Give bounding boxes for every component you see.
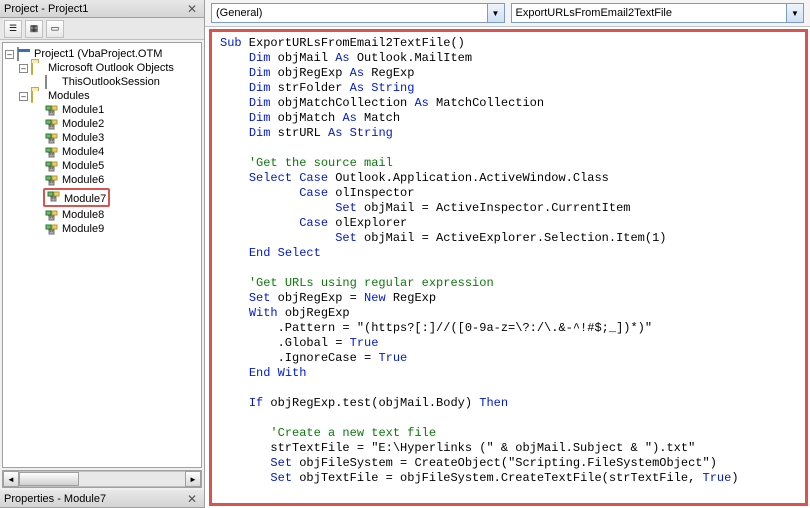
properties-panel-title: Properties - Module7	[4, 493, 106, 505]
chevron-down-icon[interactable]: ▼	[786, 4, 803, 22]
view-list-button[interactable]: ☰	[4, 20, 22, 38]
code-line: .IgnoreCase = True	[220, 351, 797, 366]
tree-item-label: Module2	[62, 118, 104, 130]
view-folder-button[interactable]: ▭	[46, 20, 64, 38]
tree-item-label: Module1	[62, 104, 104, 116]
project-icon	[17, 47, 19, 61]
tree-item[interactable]: Module7	[5, 187, 199, 208]
document-icon	[45, 75, 47, 89]
tree-item-label: ThisOutlookSession	[62, 76, 160, 88]
code-line: End Select	[220, 246, 797, 261]
code-line: Set objTextFile = objFileSystem.CreateTe…	[220, 471, 797, 486]
module-icon	[45, 177, 59, 189]
tree-item[interactable]: Module4	[5, 145, 199, 159]
code-line: Select Case Outlook.Application.ActiveWi…	[220, 171, 797, 186]
tree-item[interactable]: Module5	[5, 159, 199, 173]
tree-item-label: Module5	[62, 160, 104, 172]
object-combo-value: (General)	[216, 7, 262, 19]
project-toolbar: ☰ ▦ ▭	[0, 18, 204, 40]
tree-folder[interactable]: – Microsoft Outlook Objects	[5, 61, 199, 75]
tree-item-label: Module3	[62, 132, 104, 144]
chevron-down-icon[interactable]: ▼	[487, 4, 504, 22]
procedure-combo[interactable]: ExportURLsFromEmail2TextFile ▼	[511, 3, 805, 23]
folder-icon	[31, 89, 33, 103]
code-dropdowns: (General) ▼ ExportURLsFromEmail2TextFile…	[205, 0, 810, 27]
code-line: With objRegExp	[220, 306, 797, 321]
tree-item-label: Module7	[64, 193, 106, 205]
code-line	[220, 141, 797, 156]
code-line: Dim strFolder As String	[220, 81, 797, 96]
code-line	[220, 411, 797, 426]
tree-item-label: Module8	[62, 209, 104, 221]
code-line: Set objRegExp = New RegExp	[220, 291, 797, 306]
code-line	[220, 261, 797, 276]
tree-item-label: Module9	[62, 223, 104, 235]
project-panel-title: Project - Project1	[4, 3, 88, 15]
code-line: .Global = True	[220, 336, 797, 351]
close-icon[interactable]: ✕	[184, 492, 200, 506]
tree-item[interactable]: Module8	[5, 208, 199, 222]
tree-toggle-icon[interactable]: –	[5, 50, 14, 59]
code-line: 'Get the source mail	[220, 156, 797, 171]
tree-item-label: Module4	[62, 146, 104, 158]
code-line: Case olInspector	[220, 186, 797, 201]
code-line: Dim objMatchCollection As MatchCollectio…	[220, 96, 797, 111]
code-line: If objRegExp.test(objMail.Body) Then	[220, 396, 797, 411]
object-combo[interactable]: (General) ▼	[211, 3, 505, 23]
tree-item-label: Modules	[48, 90, 90, 102]
code-line: Set objMail = ActiveInspector.CurrentIte…	[220, 201, 797, 216]
view-grid-button[interactable]: ▦	[25, 20, 43, 38]
code-line: Dim strURL As String	[220, 126, 797, 141]
module-icon	[47, 193, 61, 205]
code-line: .Pattern = "(https?[:]//([0-9a-z=\?:/\.&…	[220, 321, 797, 336]
code-line: Set objFileSystem = CreateObject("Script…	[220, 456, 797, 471]
tree-item-label: Project1 (VbaProject.OTM	[34, 48, 162, 60]
project-panel-header: Project - Project1 ✕	[0, 0, 204, 18]
scroll-right-icon[interactable]: ►	[185, 471, 201, 487]
project-tree[interactable]: –Project1 (VbaProject.OTM–Microsoft Outl…	[2, 42, 202, 468]
scroll-left-icon[interactable]: ◄	[3, 471, 19, 487]
module-icon	[45, 226, 59, 238]
code-line: Sub ExportURLsFromEmail2TextFile()	[220, 36, 797, 51]
tree-item[interactable]: Module1	[5, 103, 199, 117]
tree-item[interactable]: Module3	[5, 131, 199, 145]
tree-item[interactable]: Module2	[5, 117, 199, 131]
tree-hscroll[interactable]: ◄ ►	[2, 470, 202, 488]
scroll-thumb[interactable]	[19, 472, 79, 486]
tree-item[interactable]: Module9	[5, 222, 199, 236]
code-panel: (General) ▼ ExportURLsFromEmail2TextFile…	[205, 0, 810, 508]
code-line: Dim objMatch As Match	[220, 111, 797, 126]
close-icon[interactable]: ✕	[184, 2, 200, 16]
tree-toggle-icon[interactable]: –	[19, 64, 28, 73]
code-line: End With	[220, 366, 797, 381]
project-panel: Project - Project1 ✕ ☰ ▦ ▭ –Project1 (Vb…	[0, 0, 205, 508]
tree-item-label: Microsoft Outlook Objects	[48, 62, 174, 74]
code-line: 'Create a new text file	[220, 426, 797, 441]
folder-icon	[31, 61, 33, 75]
tree-item-label: Module6	[62, 174, 104, 186]
code-line: 'Get URLs using regular expression	[220, 276, 797, 291]
code-line: Dim objMail As Outlook.MailItem	[220, 51, 797, 66]
code-line: Set objMail = ActiveExplorer.Selection.I…	[220, 231, 797, 246]
code-editor[interactable]: Sub ExportURLsFromEmail2TextFile() Dim o…	[209, 29, 808, 506]
code-line: strTextFile = "E:\Hyperlinks (" & objMai…	[220, 441, 797, 456]
tree-folder[interactable]: – Modules	[5, 89, 199, 103]
tree-item[interactable]: Module6	[5, 173, 199, 187]
code-line	[220, 381, 797, 396]
highlighted-module: Module7	[43, 188, 110, 207]
tree-toggle-icon[interactable]: –	[19, 92, 28, 101]
scroll-track[interactable]	[19, 471, 185, 487]
module-icon	[47, 190, 61, 202]
procedure-combo-value: ExportURLsFromEmail2TextFile	[516, 7, 672, 19]
code-line: Case olExplorer	[220, 216, 797, 231]
properties-panel-header: Properties - Module7 ✕	[0, 490, 204, 508]
code-line: Dim objRegExp As RegExp	[220, 66, 797, 81]
